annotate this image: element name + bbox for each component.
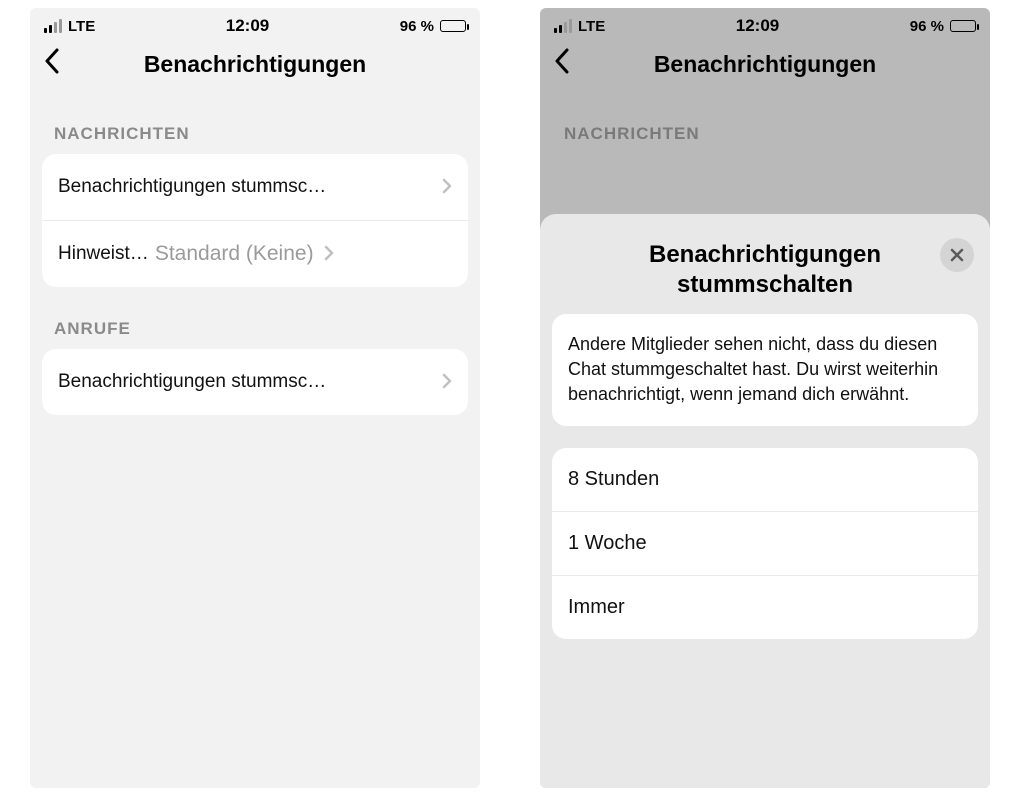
row-alert-tone[interactable]: Hinweist… Standard (Keine) <box>42 221 468 287</box>
calls-card: Benachrichtigungen stummsc… <box>42 349 468 415</box>
chevron-right-icon <box>324 241 334 267</box>
back-button[interactable] <box>44 48 60 80</box>
battery-percent: 96 % <box>910 18 944 35</box>
close-icon <box>950 248 964 262</box>
back-button[interactable] <box>554 48 570 80</box>
chevron-left-icon <box>44 48 60 74</box>
section-label-messages: NACHRICHTEN <box>30 92 480 154</box>
section-label-messages: NACHRICHTEN <box>540 92 990 154</box>
phone-2: LTE 12:09 96 % Benachrichtigungen NACHRI… <box>540 8 990 788</box>
row-mute-call-notifications[interactable]: Benachrichtigungen stummsc… <box>42 349 468 415</box>
status-bar: LTE 12:09 96 % <box>540 8 990 40</box>
section-label-calls: ANRUFE <box>30 287 480 349</box>
battery-icon <box>440 20 466 32</box>
option-always[interactable]: Immer <box>552 576 978 639</box>
chevron-left-icon <box>554 48 570 74</box>
chevron-right-icon <box>442 174 452 200</box>
sheet-info-text: Andere Mitglieder sehen nicht, dass du d… <box>552 314 978 426</box>
page-title: Benachrichtigungen <box>30 51 480 78</box>
mute-options-card: 8 Stunden 1 Woche Immer <box>552 448 978 639</box>
row-label: Benachrichtigungen stummsc… <box>58 371 432 393</box>
status-bar: LTE 12:09 96 % <box>30 8 480 40</box>
signal-icon <box>554 19 572 33</box>
row-label: Hinweist… <box>58 243 149 265</box>
carrier-label: LTE <box>578 18 605 35</box>
row-mute-notifications[interactable]: Benachrichtigungen stummsc… <box>42 154 468 221</box>
carrier-label: LTE <box>68 18 95 35</box>
mute-bottom-sheet: Benachrichtigungen stummschalten Andere … <box>540 214 990 788</box>
row-label: Benachrichtigungen stummsc… <box>58 176 432 198</box>
messages-card: Benachrichtigungen stummsc… Hinweist… St… <box>42 154 468 287</box>
battery-percent: 96 % <box>400 18 434 35</box>
page-title: Benachrichtigungen <box>540 51 990 78</box>
status-time: 12:09 <box>605 16 910 36</box>
option-8-hours[interactable]: 8 Stunden <box>552 448 978 512</box>
sheet-title: Benachrichtigungen stummschalten <box>596 240 934 300</box>
signal-icon <box>44 19 62 33</box>
nav-header: Benachrichtigungen <box>540 40 990 92</box>
chevron-right-icon <box>442 369 452 395</box>
option-1-week[interactable]: 1 Woche <box>552 512 978 576</box>
battery-icon <box>950 20 976 32</box>
close-button[interactable] <box>940 238 974 272</box>
status-time: 12:09 <box>95 16 400 36</box>
nav-header: Benachrichtigungen <box>30 40 480 92</box>
row-value: Standard (Keine) <box>155 242 314 266</box>
phone-1: LTE 12:09 96 % Benachrichtigungen NACHRI… <box>30 8 480 788</box>
